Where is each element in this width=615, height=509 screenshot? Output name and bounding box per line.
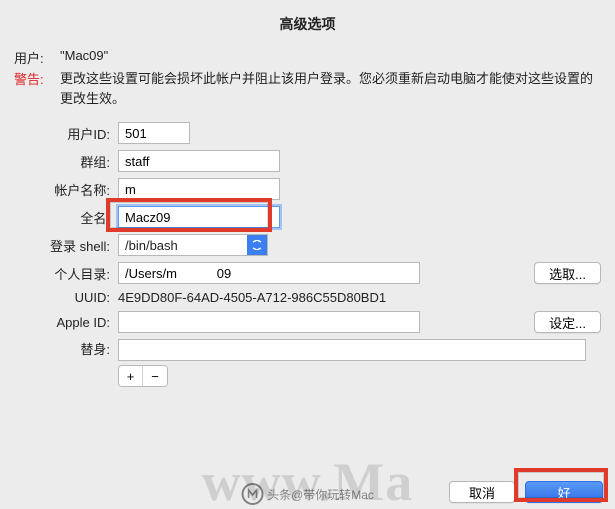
- userid-label: 用户ID:: [14, 124, 118, 143]
- home-dir-field[interactable]: [118, 262, 420, 284]
- uuid-value: 4E9DD80F-64AD-4505-A712-986C55D80BD1: [118, 290, 386, 305]
- account-name-label: 帐户名称:: [14, 180, 118, 199]
- user-label: 用户:: [14, 48, 60, 67]
- aliases-list[interactable]: [118, 339, 586, 361]
- ok-button[interactable]: 好: [525, 481, 603, 503]
- uuid-label: UUID:: [14, 290, 118, 305]
- set-appleid-button[interactable]: 设定...: [534, 311, 601, 333]
- warning-row: 警告: 更改这些设置可能会损坏此帐户并阻止该用户登录。您必须重新启动电脑才能使对…: [14, 69, 601, 108]
- fullname-label: 全名:: [14, 208, 118, 227]
- dialog-title: 高级选项: [14, 14, 601, 34]
- home-dir-label: 个人目录:: [14, 264, 118, 283]
- login-shell-combo[interactable]: /bin/bash: [118, 234, 268, 256]
- fullname-field[interactable]: [118, 206, 280, 228]
- user-value: "Mac09": [60, 48, 108, 63]
- add-alias-button[interactable]: +: [119, 366, 143, 386]
- appleid-label: Apple ID:: [14, 315, 118, 330]
- dialog-footer: 取消 好: [449, 481, 603, 503]
- form: 用户ID: 群组: 帐户名称: 全名: 登录 shell:: [14, 122, 601, 387]
- remove-alias-button[interactable]: −: [143, 366, 167, 386]
- user-row: 用户: "Mac09": [14, 48, 601, 67]
- group-label: 群组:: [14, 152, 118, 171]
- login-shell-label: 登录 shell:: [14, 236, 118, 255]
- aliases-label: 替身:: [14, 339, 118, 358]
- login-shell-value: /bin/bash: [125, 238, 178, 253]
- aliases-add-remove: + −: [118, 365, 168, 387]
- warning-label: 警告:: [14, 69, 60, 88]
- group-field[interactable]: [118, 150, 280, 172]
- advanced-options-dialog: 高级选项 用户: "Mac09" 警告: 更改这些设置可能会损坏此帐户并阻止该用…: [0, 0, 615, 509]
- userid-field[interactable]: [118, 122, 190, 144]
- appleid-field[interactable]: [118, 311, 420, 333]
- choose-home-button[interactable]: 选取...: [534, 262, 601, 284]
- cancel-button[interactable]: 取消: [449, 481, 515, 503]
- warning-text: 更改这些设置可能会损坏此帐户并阻止该用户登录。您必须重新启动电脑才能使对这些设置…: [60, 69, 601, 108]
- account-name-field[interactable]: [118, 178, 280, 200]
- chevron-down-icon: [247, 235, 267, 255]
